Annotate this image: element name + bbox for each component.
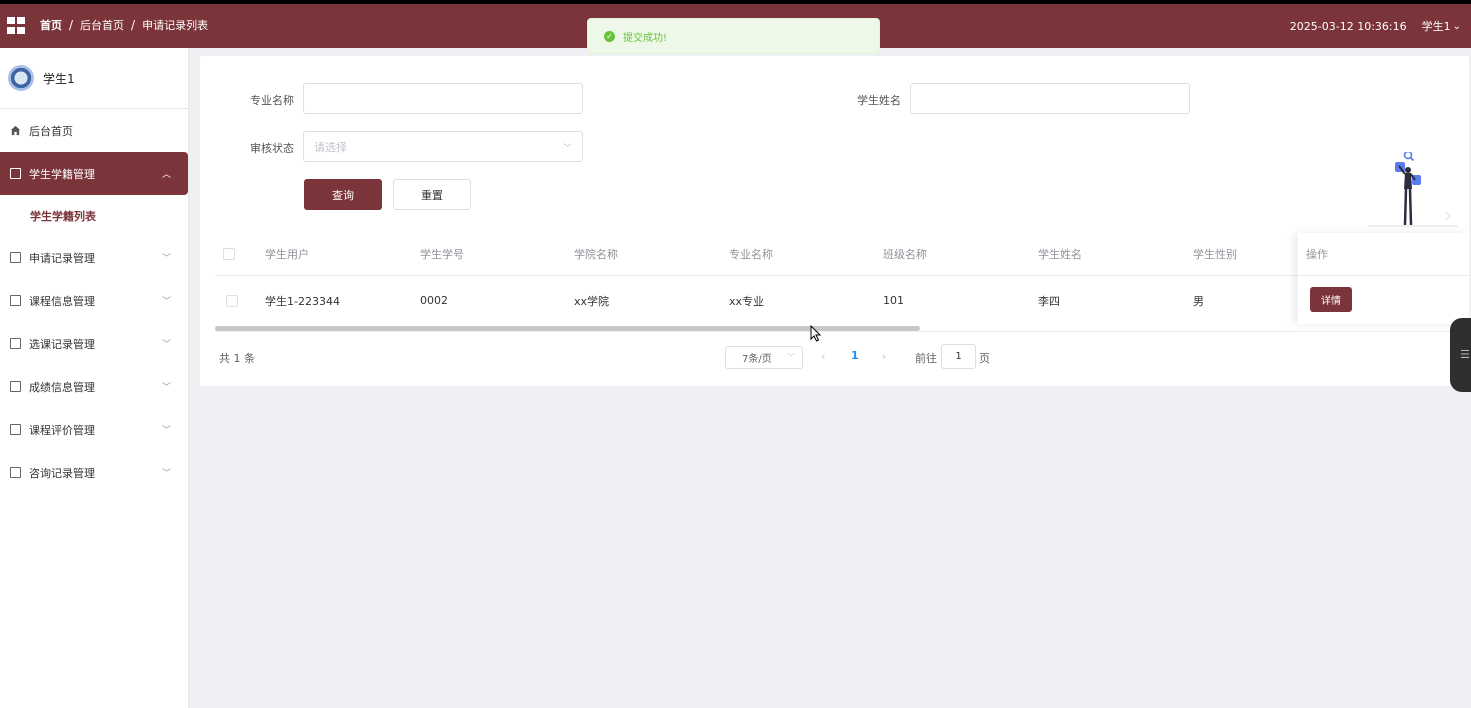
sidebar-user-name: 学生1 — [43, 71, 75, 86]
sidebar-item-label: 成绩信息管理 — [29, 380, 95, 394]
major-input[interactable] — [303, 83, 583, 114]
reset-button[interactable]: 重置 — [393, 179, 471, 210]
next-page-button[interactable]: › — [882, 350, 886, 363]
goto-suffix: 页 — [979, 352, 990, 365]
doc-icon — [10, 381, 21, 392]
sidebar-item-course-evaluation[interactable]: 课程评价管理 ﹀ — [0, 408, 188, 451]
status-select[interactable]: 请选择 ﹀ — [303, 131, 583, 162]
breadcrumb-current: 申请记录列表 — [142, 19, 209, 32]
chevron-down-icon: ﹀ — [161, 426, 171, 436]
sidebar-item-label: 咨询记录管理 — [29, 466, 95, 480]
breadcrumb-home[interactable]: 首页 — [40, 17, 62, 33]
cell-gender: 男 — [1193, 294, 1204, 308]
floating-side-tab[interactable]: ☰ — [1450, 318, 1471, 392]
sidebar-item-application-records[interactable]: 申请记录管理 ﹀ — [0, 236, 188, 279]
doc-icon — [10, 168, 21, 179]
fixed-action-column: 操作 详情 — [1298, 233, 1469, 324]
doc-icon — [10, 424, 21, 435]
doc-icon — [10, 338, 21, 349]
cell-major: xx专业 — [729, 294, 765, 308]
goto-prefix: 前往 — [915, 352, 937, 365]
sidebar-item-student-records[interactable]: 学生学籍管理 ︿ — [0, 152, 188, 195]
sidebar-user: 学生1 — [0, 48, 188, 109]
doc-icon — [10, 467, 21, 478]
avatar — [8, 65, 34, 91]
column-header: 班级名称 — [883, 248, 927, 261]
column-header: 学生用户 — [265, 248, 309, 261]
column-header: 操作 — [1298, 233, 1469, 276]
sidebar-subitem-label: 学生学籍列表 — [30, 209, 96, 223]
row-checkbox[interactable] — [226, 294, 238, 307]
sidebar-subitem-student-list[interactable]: 学生学籍列表 — [0, 195, 188, 236]
select-all-checkbox[interactable] — [223, 248, 235, 260]
query-button[interactable]: 查询 — [304, 179, 382, 210]
grid-menu-icon[interactable] — [7, 17, 25, 34]
table-row: 学生1-223344 0002 xx学院 xx专业 101 李四 男 — [215, 277, 1469, 324]
chevron-down-icon: ﹀ — [161, 383, 171, 393]
chevron-down-icon: ﹀ — [787, 353, 795, 362]
sidebar: 学生1 后台首页 学生学籍管理 ︿ 学生学籍列表 申请记录管理 ﹀ 课程信息管理… — [0, 48, 189, 708]
sidebar-item-label: 学生学籍管理 — [29, 167, 95, 181]
student-name-label: 学生姓名 — [857, 94, 901, 107]
home-icon — [10, 125, 21, 136]
chevron-down-icon: ⌄ — [1452, 20, 1461, 32]
search-person-illustration — [1368, 152, 1458, 227]
current-page[interactable]: 1 — [851, 349, 859, 362]
major-label: 专业名称 — [250, 94, 294, 107]
sidebar-item-label: 选课记录管理 — [29, 337, 95, 351]
column-header: 学生性别 — [1193, 248, 1237, 261]
sidebar-item-consultation[interactable]: 咨询记录管理 ﹀ — [0, 451, 188, 494]
column-header: 学生姓名 — [1038, 248, 1082, 261]
sidebar-item-course-info[interactable]: 课程信息管理 ﹀ — [0, 279, 188, 322]
doc-icon — [10, 252, 21, 263]
chevron-down-icon: ﹀ — [161, 254, 171, 264]
page-size-value: 7条/页 — [742, 354, 772, 365]
total-count: 共 1 条 — [219, 352, 255, 365]
cell-college: xx学院 — [574, 294, 610, 308]
chevron-down-icon: ﹀ — [161, 469, 171, 479]
sidebar-item-label: 申请记录管理 — [29, 251, 95, 265]
breadcrumb-separator: / — [131, 18, 136, 32]
toast-message: 提交成功! — [623, 32, 668, 44]
cell-student-user: 学生1-223344 — [265, 294, 340, 308]
cell-class: 101 — [883, 294, 904, 307]
status-label: 审核状态 — [250, 142, 294, 155]
goto-page-input[interactable]: 1 — [941, 344, 976, 369]
column-header: 学生学号 — [420, 248, 464, 261]
cell-student-id: 0002 — [420, 294, 448, 307]
breadcrumb: 首页 / 后台首页 / 申请记录列表 — [40, 17, 208, 33]
table-divider — [215, 331, 1469, 332]
cell-student-name: 李四 — [1038, 294, 1060, 308]
breadcrumb-separator: / — [69, 18, 74, 32]
check-circle-icon: ✓ — [604, 30, 615, 42]
mouse-cursor-icon — [810, 325, 822, 342]
student-name-input[interactable] — [910, 83, 1190, 114]
chevron-down-icon: ﹀ — [161, 297, 171, 307]
sidebar-item-label: 课程信息管理 — [29, 294, 95, 308]
user-dropdown-label: 学生1 — [1421, 20, 1451, 33]
sidebar-item-label: 课程评价管理 — [29, 423, 95, 437]
status-select-placeholder: 请选择 — [314, 140, 347, 154]
chevron-down-icon: ﹀ — [161, 340, 171, 350]
list-icon: ☰ — [1460, 348, 1470, 361]
column-header: 专业名称 — [729, 248, 773, 261]
sidebar-item-dashboard[interactable]: 后台首页 — [0, 109, 188, 152]
page-size-select[interactable]: 7条/页 ﹀ — [725, 346, 803, 369]
datetime-display: 2025-03-12 10:36:16 — [1289, 19, 1407, 33]
breadcrumb-dashboard[interactable]: 后台首页 — [80, 17, 124, 33]
table-header: 学生用户 学生学号 学院名称 专业名称 班级名称 学生姓名 学生性别 — [215, 233, 1469, 276]
chevron-down-icon: ﹀ — [562, 144, 572, 154]
column-header: 学院名称 — [574, 248, 618, 261]
sidebar-item-label: 后台首页 — [29, 124, 73, 138]
detail-button[interactable]: 详情 — [1310, 287, 1352, 312]
prev-page-button[interactable]: ‹ — [821, 350, 825, 363]
user-dropdown[interactable]: 学生1 ⌄ — [1422, 18, 1461, 34]
success-toast: ✓ 提交成功! — [587, 18, 880, 54]
main-panel: 专业名称 学生姓名 审核状态 请选择 ﹀ 查询 重置 学生用户 学生学号 学院名… — [200, 56, 1469, 386]
sidebar-item-course-selection[interactable]: 选课记录管理 ﹀ — [0, 322, 188, 365]
chevron-up-icon: ︿ — [161, 170, 171, 180]
sidebar-item-grades[interactable]: 成绩信息管理 ﹀ — [0, 365, 188, 408]
doc-icon — [10, 295, 21, 306]
